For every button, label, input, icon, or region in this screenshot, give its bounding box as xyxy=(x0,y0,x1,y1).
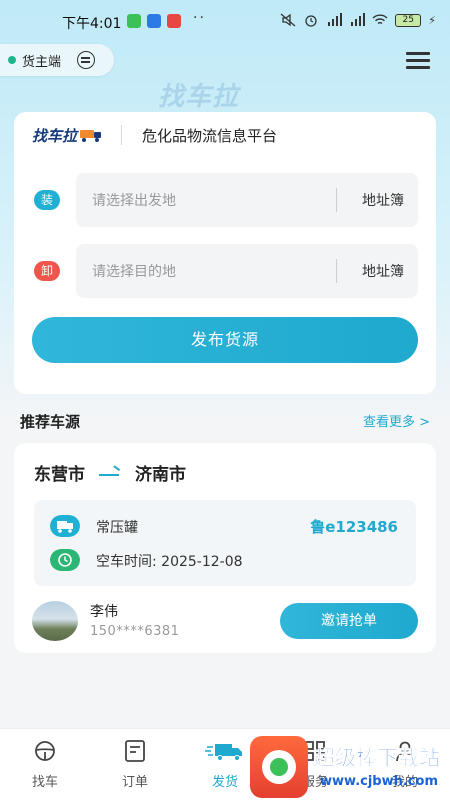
route-from: 东营市 xyxy=(34,465,85,485)
license-plate: 鲁e123486 xyxy=(310,518,398,536)
menu-button[interactable] xyxy=(406,52,430,70)
publish-card: 找车拉 危化品物流信息平台 装 请选择出发地 地址簿 卸 请选择目的地 地址簿 … xyxy=(14,112,436,394)
tab-find-truck[interactable]: 找车 xyxy=(0,729,90,800)
destination-placeholder: 请选择目的地 xyxy=(92,264,176,280)
order-list-icon xyxy=(125,740,145,762)
truck-logo-icon xyxy=(80,130,102,142)
vehicle-card[interactable]: 东营市 济南市 常压罐 鲁e123486 空车时间: 2025-12-08 李伟… xyxy=(14,443,436,653)
tab-orders[interactable]: 订单 xyxy=(90,729,180,800)
truck-icon xyxy=(50,515,80,537)
driver-avatar xyxy=(32,601,78,641)
site-logo-icon xyxy=(250,736,308,798)
charging-icon: ⚡ xyxy=(428,13,436,27)
origin-address-book-button[interactable]: 地址簿 xyxy=(362,190,404,210)
site-name: 超级棒下载站 xyxy=(314,746,441,771)
tab-label: 订单 xyxy=(121,775,148,790)
driver-name: 李伟 xyxy=(90,604,118,620)
vehicle-info: 常压罐 鲁e123486 空车时间: 2025-12-08 xyxy=(34,500,416,586)
driver-phone: 150****6381 xyxy=(90,624,180,639)
signal-icon xyxy=(328,13,343,26)
more-notifications-icon: ·· xyxy=(193,10,206,26)
status-app-icons xyxy=(127,14,181,28)
switch-role-icon xyxy=(77,51,96,69)
wifi-icon xyxy=(372,14,388,25)
clock-icon xyxy=(50,549,80,571)
brand-row: 找车拉 危化品物流信息平台 xyxy=(14,112,436,158)
app-notification-icon xyxy=(147,14,161,28)
route-to: 济南市 xyxy=(135,465,186,485)
unload-badge: 卸 xyxy=(34,261,60,281)
view-more-link[interactable]: 查看更多 > xyxy=(363,411,430,430)
origin-field[interactable]: 请选择出发地 地址簿 xyxy=(76,173,418,227)
publish-cargo-button[interactable]: 发布货源 xyxy=(32,317,418,363)
load-badge: 装 xyxy=(34,190,60,210)
brand-divider xyxy=(121,125,123,145)
role-switcher[interactable]: 货主端 xyxy=(0,44,114,76)
destination-field[interactable]: 请选择目的地 地址簿 xyxy=(76,244,418,298)
alarm-icon xyxy=(305,15,317,27)
weibo-notification-icon xyxy=(167,14,181,28)
destination-address-book-button[interactable]: 地址簿 xyxy=(362,261,404,281)
origin-placeholder: 请选择出发地 xyxy=(92,193,176,209)
recommend-title: 推荐车源 xyxy=(20,413,81,431)
mute-icon xyxy=(280,13,296,27)
brand-logo: 找车拉 xyxy=(32,125,103,146)
role-status-dot xyxy=(8,56,16,64)
status-indicators: 25 ⚡ xyxy=(280,13,436,27)
brand-tagline: 危化品物流信息平台 xyxy=(142,126,278,145)
status-bar: 下午4:01 ·· 25 ⚡ xyxy=(0,0,450,44)
brand-logo-text: 找车拉 xyxy=(32,126,78,145)
role-label: 货主端 xyxy=(22,54,62,70)
steering-wheel-icon xyxy=(35,741,55,761)
route: 东营市 济南市 xyxy=(34,460,186,485)
empty-time: 空车时间: 2025-12-08 xyxy=(96,554,243,570)
app-notification-icon xyxy=(127,14,141,28)
delivery-truck-icon xyxy=(205,744,242,761)
header-watermark-logo: 找车拉 xyxy=(158,82,240,112)
battery-icon: 25 xyxy=(395,13,422,27)
tab-label: 找车 xyxy=(31,775,58,790)
route-arrow-icon xyxy=(99,468,121,478)
field-divider xyxy=(336,259,337,283)
signal-icon xyxy=(351,13,366,26)
invite-grab-order-button[interactable]: 邀请抢单 xyxy=(280,603,418,639)
field-divider xyxy=(336,188,337,212)
status-time: 下午4:01 xyxy=(62,16,122,32)
truck-type: 常压罐 xyxy=(96,520,138,536)
site-watermark: 超级棒下载站 www.cjbwh.com xyxy=(250,736,450,800)
site-url: www.cjbwh.com xyxy=(320,774,438,789)
